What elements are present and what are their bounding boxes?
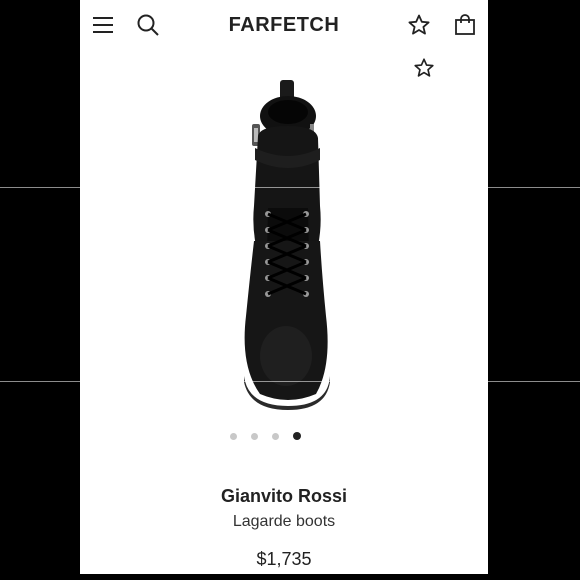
carousel-dot-2[interactable] — [251, 432, 258, 440]
image-carousel-indicator — [230, 430, 340, 442]
product-image-boot[interactable] — [200, 76, 370, 410]
carousel-dot-4-active[interactable] — [293, 432, 301, 440]
product-brand[interactable]: Gianvito Rossi — [80, 486, 488, 507]
product-name: Lagarde boots — [232, 513, 336, 530]
hamburger-menu-icon — [93, 17, 113, 33]
carousel-dot-3[interactable] — [272, 432, 279, 440]
product-price: $1,735 — [256, 549, 312, 569]
carousel-dot-1[interactable] — [230, 432, 237, 440]
menu-button[interactable] — [90, 12, 116, 38]
star-icon — [414, 58, 434, 77]
shopping-bag-button[interactable] — [452, 12, 478, 38]
mobile-screen: FARFETCH Gianvito Rossi Lagarde boots $1… — [80, 0, 488, 574]
add-to-favorites-button[interactable] — [412, 56, 436, 80]
star-icon — [408, 14, 430, 35]
search-icon — [137, 14, 159, 36]
frame-divider-bottom — [0, 381, 580, 382]
wishlist-button[interactable] — [406, 12, 432, 38]
search-button[interactable] — [135, 12, 161, 38]
frame-divider-top — [0, 187, 580, 188]
screenshot-frame: FARFETCH Gianvito Rossi Lagarde boots $1… — [0, 0, 580, 580]
header-bar: FARFETCH — [80, 0, 488, 52]
shopping-bag-icon — [455, 14, 475, 35]
site-logo[interactable]: FARFETCH — [200, 14, 368, 37]
